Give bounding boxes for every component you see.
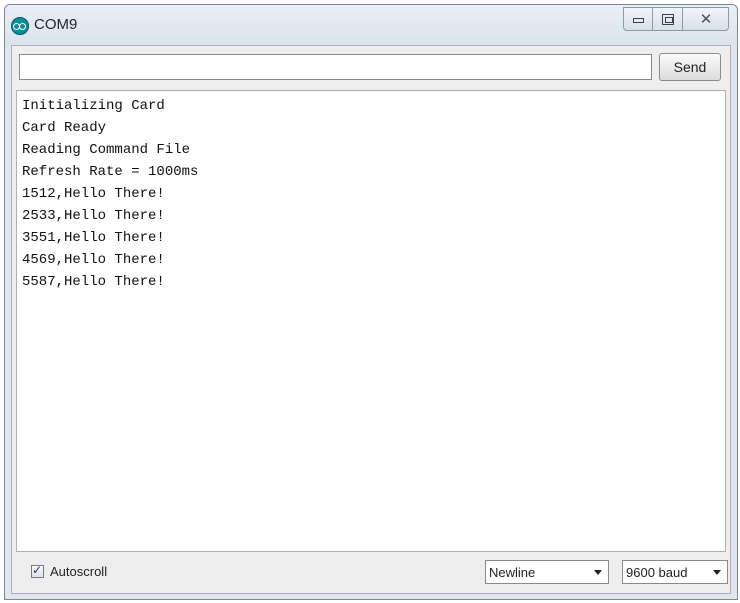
console-line: 2533,Hello There! [22, 208, 165, 224]
maximize-icon [662, 14, 674, 25]
line-ending-select[interactable]: Newline [485, 560, 609, 584]
chevron-down-icon [713, 570, 721, 575]
console-line: 3551,Hello There! [22, 230, 165, 246]
serial-input[interactable] [19, 54, 652, 80]
baud-rate-select[interactable]: 9600 baud [622, 560, 728, 584]
close-button[interactable]: ✕ [683, 7, 729, 31]
window-controls: ✕ [623, 7, 729, 33]
close-icon: ✕ [699, 10, 713, 28]
maximize-button[interactable] [653, 7, 683, 31]
arduino-icon [11, 17, 29, 35]
serial-monitor-body: Send Initializing Card Card Ready Reading … [11, 45, 731, 594]
window-title: COM9 [34, 16, 78, 33]
console-line: Reading Command File [22, 142, 191, 158]
checkmark-icon: ✓ [32, 563, 43, 577]
line-ending-value: Newline [489, 565, 536, 580]
console-line: 4569,Hello There! [22, 252, 165, 268]
bottom-toolbar: ✓ Autoscroll Newline 9600 baud [12, 552, 730, 593]
chevron-down-icon [594, 570, 602, 575]
baud-rate-value: 9600 baud [626, 565, 688, 580]
minimize-button[interactable] [623, 7, 653, 31]
send-button[interactable]: Send [659, 53, 721, 81]
console-line: 1512,Hello There! [22, 186, 165, 202]
title-bar[interactable]: COM9 ✕ [5, 5, 737, 45]
serial-output[interactable]: Initializing Card Card Ready Reading Comma… [16, 90, 726, 552]
console-line: Refresh Rate = 1000ms [22, 164, 199, 180]
console-line: Initializing Card [22, 98, 165, 114]
autoscroll-label: Autoscroll [50, 564, 108, 579]
console-line: 5587,Hello There! [22, 274, 165, 290]
serial-monitor-window: COM9 ✕ Send Initializing Card Card Ready R… [4, 4, 738, 600]
console-line: Card Ready [22, 120, 107, 136]
minimize-icon [633, 18, 644, 23]
autoscroll-checkbox[interactable]: ✓ [31, 563, 44, 578]
